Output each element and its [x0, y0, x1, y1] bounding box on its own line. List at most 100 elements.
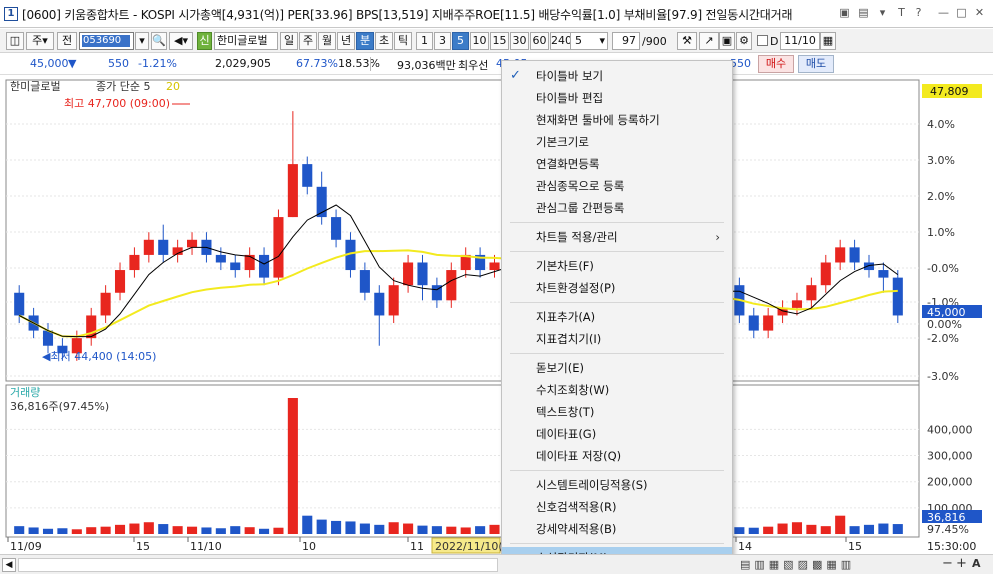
window-title: [0600] 키움종합차트 - KOSPI 시가총액[4,931(억)] PER… — [22, 8, 793, 22]
interval-button[interactable]: 15 — [490, 32, 509, 50]
menu-linked-screen[interactable]: 연결화면등록 — [502, 153, 732, 175]
code-dropdown-icon[interactable]: ▾ — [135, 32, 149, 50]
candle-body — [158, 239, 169, 255]
period-button[interactable]: 일 — [280, 32, 298, 50]
x-tick-label: 10 — [302, 540, 316, 553]
help-icon[interactable]: ? — [912, 6, 925, 19]
low-label: ◀최저 44,400 (14:05) — [42, 350, 156, 363]
maximize-icon[interactable]: □ — [955, 6, 968, 19]
interval-button[interactable]: 3 — [434, 32, 451, 50]
menu-data-save[interactable]: 데이타표 저장(Q) — [502, 445, 732, 467]
save-icon[interactable]: ▣ — [719, 32, 735, 50]
volume-bar — [359, 523, 370, 534]
menu-magnifier[interactable]: 돋보기(E) — [502, 357, 732, 379]
volume-bar — [763, 526, 774, 534]
pin-icon[interactable]: ▾ — [876, 6, 889, 19]
menu-label: 지표겹치기(I) — [536, 332, 602, 346]
candle-body — [215, 254, 226, 263]
interval-button[interactable]: 30 — [510, 32, 529, 50]
period-button[interactable]: 년 — [337, 32, 355, 50]
menu-register-toolbar[interactable]: 현재화면 툴바에 등록하기 — [502, 109, 732, 131]
volume-bar — [14, 526, 25, 534]
mode-select[interactable]: 주▾ — [26, 32, 54, 50]
menu-system-trading[interactable]: 시스템트레이딩적용(S) — [502, 474, 732, 496]
interval-value: 5 — [575, 34, 582, 47]
volume-bar — [100, 526, 111, 534]
menu-overlay-indicator[interactable]: 지표겹치기(I) — [502, 328, 732, 350]
date-check-label: D — [770, 35, 779, 48]
candle-body — [244, 254, 255, 271]
menu-data-table[interactable]: 데이타표(G) — [502, 423, 732, 445]
period-button[interactable]: 월 — [318, 32, 336, 50]
stock-code-input[interactable]: 053690 — [79, 32, 134, 50]
menu-value-window[interactable]: 수치조회창(W) — [502, 379, 732, 401]
calendar-icon[interactable]: ▦ — [820, 32, 836, 50]
sell-button[interactable]: 매도 — [798, 55, 834, 73]
candle-body — [129, 254, 140, 271]
period-button[interactable]: 분 — [356, 32, 374, 50]
interval-button[interactable]: 1 — [416, 32, 433, 50]
interval-button[interactable]: 240 — [550, 32, 572, 50]
scroll-left-icon[interactable]: ◀ — [2, 558, 16, 572]
candlestick-chart[interactable]: 4.0%3.0%2.0%1.0%-0.0%-1.0%0.00%-2.0%-3.0… — [0, 76, 993, 554]
interval-button[interactable]: 60 — [530, 32, 549, 50]
x-tick-label: 11 — [410, 540, 424, 553]
menu-default-size[interactable]: 기본크기로 — [502, 131, 732, 153]
scroll-bar[interactable]: ◀ ▤▥▦▧▨▩▦▥ − + A — [0, 554, 993, 574]
volume-bar — [201, 527, 212, 534]
link-icon[interactable]: ▤ — [857, 6, 870, 19]
count-input[interactable]: 97 — [612, 32, 640, 50]
menu-text-window[interactable]: 텍스트창(T) — [502, 401, 732, 423]
menu-titlebar-edit[interactable]: 타이틀바 편집 — [502, 87, 732, 109]
period-button[interactable]: 주 — [299, 32, 317, 50]
chart-area[interactable]: 4.0% 3.0% 2.0% 1.0% -0.0% -1.0% 0.00% -2.0% -3.0… — [0, 76, 993, 554]
menu-signal-search[interactable]: 신호검색적용(R) — [502, 496, 732, 518]
date-input[interactable]: 11/10 — [780, 32, 820, 50]
tool-icon[interactable]: ⚒ — [677, 32, 697, 50]
buy-button[interactable]: 매수 — [758, 55, 794, 73]
volume-bar — [791, 522, 803, 534]
candle-body — [331, 217, 342, 240]
volume-bar — [129, 523, 140, 534]
chart-tools-icons[interactable]: ▤▥▦▧▨▩▦▥ — [740, 558, 855, 571]
draw-icon[interactable]: ↗ — [699, 32, 719, 50]
time-label: 15:30:00 — [927, 540, 976, 553]
menu-label: 연결화면등록 — [536, 157, 600, 171]
interval-button[interactable]: 5 — [452, 32, 469, 50]
date-tooltip: 2022/11/10( — [435, 540, 503, 553]
candle-body — [302, 164, 313, 187]
close-icon[interactable]: ✕ — [973, 6, 986, 19]
menu-chart-frame[interactable]: 차트틀 적용/관리 › — [502, 226, 732, 248]
current-price-tag: 45,000 — [927, 306, 966, 319]
volume-bar — [186, 526, 198, 534]
menu-add-indicator[interactable]: 지표추가(A) — [502, 306, 732, 328]
restore-icon[interactable]: ▣ — [838, 6, 851, 19]
date-checkbox[interactable] — [757, 35, 768, 46]
menu-add-watchlist[interactable]: 관심종목으로 등록 — [502, 175, 732, 197]
menu-watch-group[interactable]: 관심그룹 간편등록 — [502, 197, 732, 219]
speaker-icon[interactable]: ◀▾ — [169, 32, 193, 50]
auto-scale-icon[interactable]: A — [972, 557, 981, 570]
prev-button[interactable]: 전 — [57, 32, 77, 50]
period-button[interactable]: 틱 — [394, 32, 412, 50]
layout-icon[interactable]: ◫ — [6, 32, 24, 50]
scroll-track[interactable] — [18, 558, 498, 572]
zoom-out-icon[interactable]: − — [942, 556, 953, 571]
menu-titlebar-show[interactable]: ✓ 타이틀바 보기 — [502, 65, 732, 87]
menu-strength[interactable]: 강세약세적용(B) — [502, 518, 732, 540]
interval-select[interactable]: 5 ▾ — [570, 32, 608, 50]
price-tick-label: 0.00% — [927, 318, 962, 331]
minimize-icon[interactable]: — — [937, 6, 950, 19]
menu-label: 관심그룹 간편등록 — [536, 201, 625, 215]
stock-name-field[interactable]: 한미글로벌 — [214, 32, 278, 50]
period-button[interactable]: 초 — [375, 32, 393, 50]
font-icon[interactable]: T — [895, 6, 908, 19]
candle-body — [446, 270, 457, 301]
volume-bar — [71, 529, 82, 534]
menu-chart-settings[interactable]: 차트환경설정(P) — [502, 277, 732, 299]
zoom-in-icon[interactable]: + — [956, 556, 967, 571]
search-icon[interactable]: 🔍 — [151, 32, 167, 50]
menu-basic-chart[interactable]: 기본차트(F) — [502, 255, 732, 277]
interval-button[interactable]: 10 — [470, 32, 489, 50]
gear-icon[interactable]: ⚙ — [736, 32, 752, 50]
